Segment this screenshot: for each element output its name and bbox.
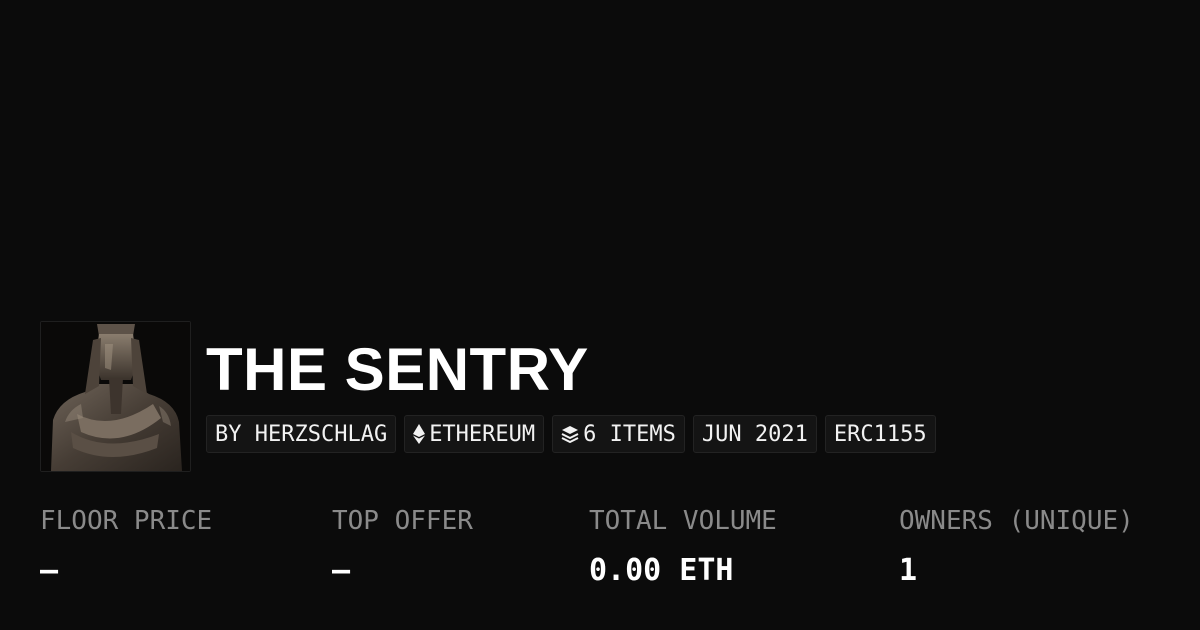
total-volume-value: 0.00 ETH — [589, 553, 734, 588]
badge-row: BY HERZSCHLAG ETHEREUM 6 ITEMS JUN 2021 … — [206, 415, 936, 453]
layers-icon — [561, 425, 579, 443]
statue-image — [41, 322, 190, 471]
collection-card: THE SENTRY BY HERZSCHLAG ETHEREUM 6 ITEM… — [0, 0, 1200, 630]
top-offer-value: – — [332, 553, 351, 588]
items-label: 6 ITEMS — [583, 421, 676, 447]
stat-owners: OWNERS (UNIQUE) 1 — [899, 503, 1134, 589]
items-badge[interactable]: 6 ITEMS — [552, 415, 685, 453]
stat-top-offer: TOP OFFER – — [332, 503, 473, 589]
date-label: JUN 2021 — [701, 421, 808, 447]
floor-price-value: – — [40, 553, 59, 588]
floor-price-label: FLOOR PRICE — [40, 506, 213, 536]
creator-label: BY HERZSCHLAG — [215, 421, 388, 447]
stat-total-volume: TOTAL VOLUME 0.00 ETH — [589, 503, 777, 589]
total-volume-label: TOTAL VOLUME — [589, 506, 777, 536]
creator-badge[interactable]: BY HERZSCHLAG — [206, 415, 397, 453]
owners-value: 1 — [899, 553, 918, 588]
standard-label: ERC1155 — [833, 421, 927, 447]
date-badge: JUN 2021 — [692, 415, 817, 453]
collection-title: THE SENTRY — [206, 336, 589, 403]
stat-floor-price: FLOOR PRICE – — [40, 503, 212, 589]
top-offer-label: TOP OFFER — [332, 506, 473, 536]
owners-label: OWNERS (UNIQUE) — [899, 506, 1134, 536]
standard-badge: ERC1155 — [824, 415, 936, 453]
chain-badge[interactable]: ETHEREUM — [404, 415, 545, 453]
ethereum-icon — [413, 424, 426, 444]
collection-thumbnail — [40, 321, 191, 472]
chain-label: ETHEREUM — [429, 421, 536, 447]
